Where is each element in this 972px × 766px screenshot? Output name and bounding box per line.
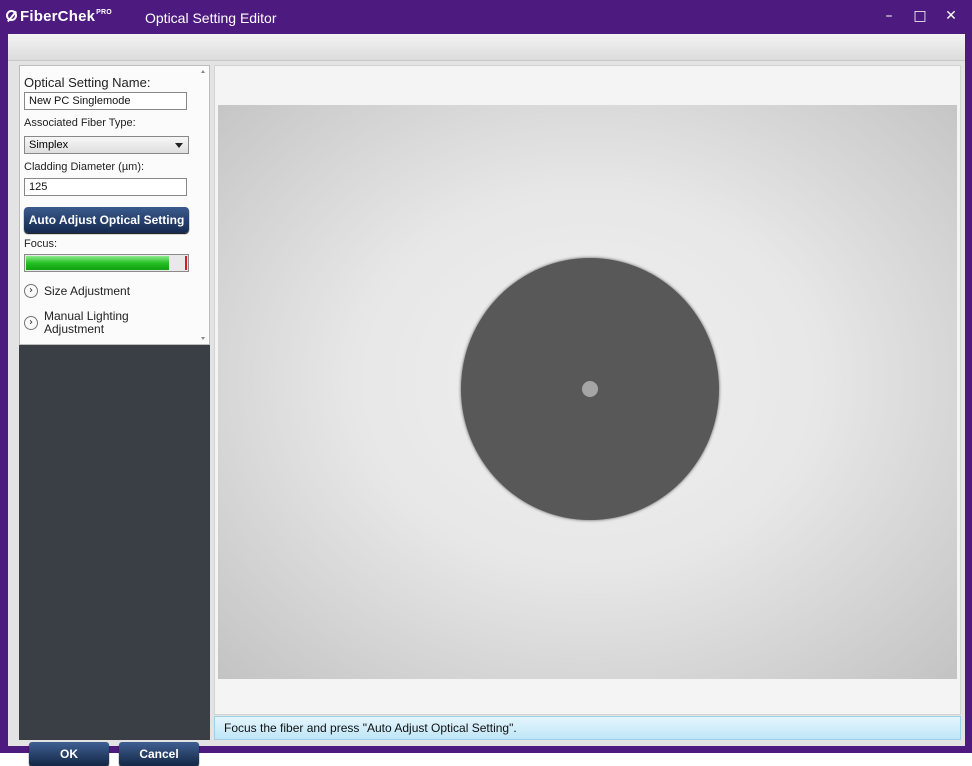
chevron-right-icon: › xyxy=(24,316,38,330)
cladding-diameter-label: Cladding Diameter (µm): xyxy=(24,161,145,173)
settings-sidebar: Optical Setting Name: New PC Singlemode … xyxy=(19,65,210,766)
focus-label: Focus: xyxy=(24,238,58,250)
focus-meter xyxy=(24,254,189,272)
fiber-end-face-image xyxy=(218,105,957,679)
focus-meter-fill xyxy=(26,256,170,270)
cladding-diameter-input[interactable]: 125 xyxy=(24,178,187,196)
image-panel xyxy=(214,65,961,715)
fiber-type-label: Associated Fiber Type: xyxy=(24,117,136,129)
ok-button[interactable]: OK xyxy=(29,742,109,766)
close-button[interactable]: ✕ xyxy=(939,6,963,26)
status-bar: Focus the fiber and press "Auto Adjust O… xyxy=(214,716,961,740)
setting-name-input[interactable]: New PC Singlemode xyxy=(24,92,187,110)
title-bar[interactable]: FiberChek PRO Optical Setting Editor – □… xyxy=(0,0,972,34)
fiber-type-value: Simplex xyxy=(29,139,69,151)
app-logo: FiberChek PRO xyxy=(6,8,112,25)
brand-name: FiberChek xyxy=(20,8,96,25)
brand-suffix: PRO xyxy=(96,9,112,16)
manual-lighting-expander[interactable]: › Manual Lighting Adjustment xyxy=(24,310,129,336)
scroll-down-arrow-icon[interactable] xyxy=(201,337,205,340)
maximize-button[interactable]: □ xyxy=(908,6,932,26)
size-adjustment-label: Size Adjustment xyxy=(44,284,131,298)
minimize-button[interactable]: – xyxy=(877,6,901,26)
dropdown-arrow-icon xyxy=(175,143,183,148)
size-adjustment-expander[interactable]: › Size Adjustment xyxy=(24,284,130,298)
scroll-up-arrow-icon[interactable] xyxy=(201,70,205,73)
setting-name-label: Optical Setting Name: xyxy=(24,75,151,90)
fiber-type-select[interactable]: Simplex xyxy=(24,136,189,154)
chevron-right-icon: › xyxy=(24,284,38,298)
fiber-cladding xyxy=(461,258,719,520)
settings-panel: Optical Setting Name: New PC Singlemode … xyxy=(19,65,210,345)
window-title: Optical Setting Editor xyxy=(145,10,277,26)
manual-lighting-label-line2: Adjustment xyxy=(44,322,105,336)
top-strip xyxy=(8,34,965,61)
focus-peak-marker xyxy=(185,256,187,270)
fiber-core xyxy=(582,381,598,397)
cancel-button[interactable]: Cancel xyxy=(119,742,199,766)
auto-adjust-button[interactable]: Auto Adjust Optical Setting xyxy=(24,207,189,233)
client-area: Optical Setting Name: New PC Singlemode … xyxy=(8,34,965,766)
manual-lighting-label: Manual Lighting Adjustment xyxy=(44,310,129,336)
fiberchek-logo-icon xyxy=(6,10,17,21)
app-window: FiberChek PRO Optical Setting Editor – □… xyxy=(0,0,972,766)
